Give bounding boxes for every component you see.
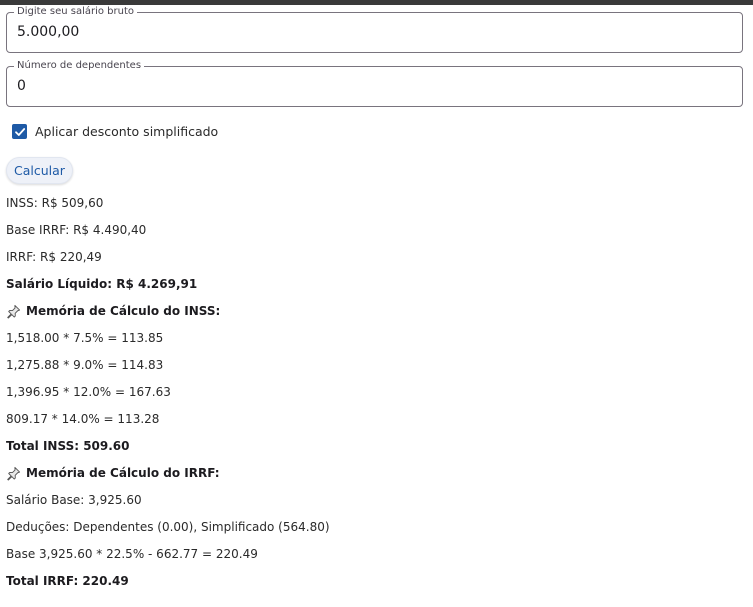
base-irrf-result: Base IRRF: R$ 4.490,40 — [6, 223, 147, 237]
salary-field[interactable]: Digite seu salário bruto — [6, 6, 743, 53]
irrf-memory-line: Deduções: Dependentes (0.00), Simplifica… — [6, 520, 330, 534]
calculate-button[interactable]: Calcular — [6, 157, 73, 184]
dependents-input[interactable] — [17, 76, 717, 96]
pushpin-icon — [7, 466, 21, 481]
inss-memory-title: Memória de Cálculo do INSS: — [26, 304, 221, 318]
dependents-field-label: Número de dependentes — [14, 60, 145, 72]
dependents-field[interactable]: Número de dependentes — [6, 60, 743, 107]
irrf-memory-line: Base 3,925.60 * 22.5% - 662.77 = 220.49 — [6, 547, 258, 561]
inss-memory-line: 1,275.88 * 9.0% = 114.83 — [6, 358, 164, 372]
simplified-discount-checkbox[interactable] — [12, 124, 27, 139]
irrf-memory-line: Salário Base: 3,925.60 — [6, 493, 142, 507]
inss-memory-header: Memória de Cálculo do INSS: — [6, 304, 220, 319]
inss-result: INSS: R$ 509,60 — [6, 196, 104, 210]
inss-memory-line: 1,396.95 * 12.0% = 167.63 — [6, 385, 171, 399]
checkmark-icon — [14, 127, 25, 136]
salary-field-label: Digite seu salário bruto — [14, 6, 138, 18]
inss-memory-line: 1,518.00 * 7.5% = 113.85 — [6, 331, 164, 345]
pushpin-icon — [7, 304, 21, 319]
irrf-memory-title: Memória de Cálculo do IRRF: — [26, 466, 220, 480]
irrf-total: Total IRRF: 220.49 — [6, 574, 129, 588]
simplified-discount-option[interactable]: Aplicar desconto simplificado — [12, 124, 218, 139]
simplified-discount-label: Aplicar desconto simplificado — [35, 124, 219, 139]
net-salary-result: Salário Líquido: R$ 4.269,91 — [6, 277, 198, 291]
inss-total: Total INSS: 509.60 — [6, 439, 130, 453]
top-bar — [0, 0, 753, 5]
irrf-result: IRRF: R$ 220,49 — [6, 250, 102, 264]
inss-memory-line: 809.17 * 14.0% = 113.28 — [6, 412, 160, 426]
salary-input[interactable] — [17, 22, 717, 42]
irrf-memory-header: Memória de Cálculo do IRRF: — [6, 466, 220, 481]
